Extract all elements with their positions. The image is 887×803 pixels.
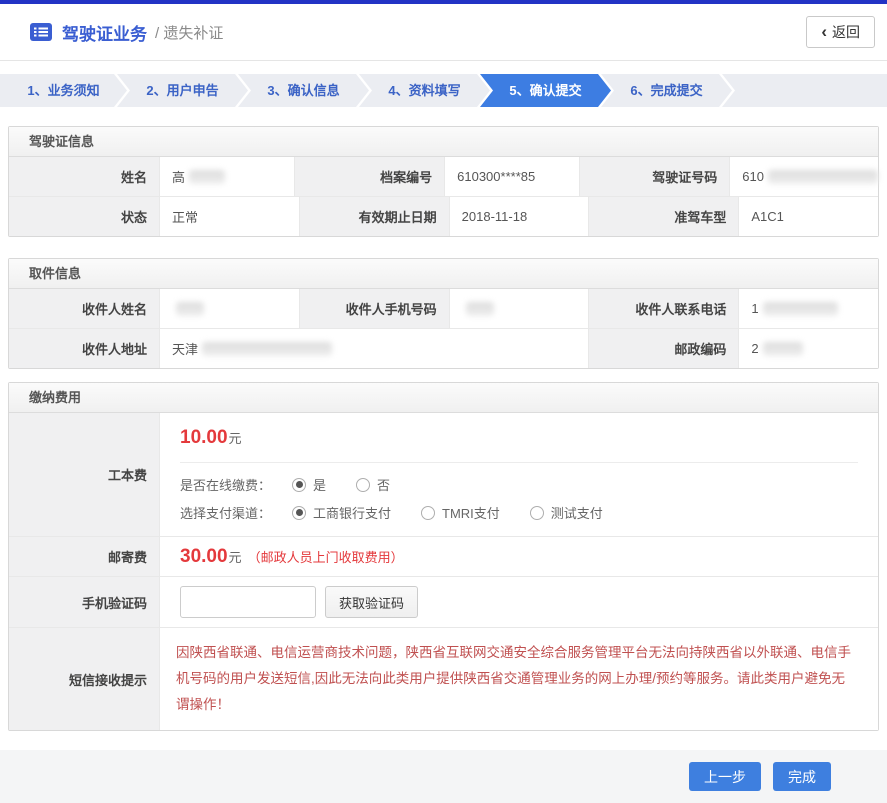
license-no-value: 610 [729,157,878,196]
sms-tip-label: 短信接收提示 [9,628,159,730]
postcode-label: 邮政编码 [588,329,738,368]
name-label: 姓名 [9,157,159,196]
get-captcha-button[interactable]: 获取验证码 [325,586,418,618]
redacted-blur [763,342,803,356]
payment-section: 缴纳费用 工本费 10.00元 是否在线缴费： 是 否 选择支付渠道： [8,382,879,731]
recipient-address-value: 天津 [159,329,588,368]
online-pay-question: 是否在线缴费： [180,475,282,494]
back-chevron-icon: ‹ [821,23,827,40]
pickup-info-section: 取件信息 收件人姓名 收件人手机号码 收件人联系电话 1 收件人地址 天津 邮政… [8,258,879,369]
redacted-blur [466,302,494,316]
recipient-name-label: 收件人姓名 [9,289,159,328]
step-tabs: 1、业务须知 2、用户申告 3、确认信息 4、资料填写 5、确认提交 6、完成提… [0,74,887,107]
table-row: 收件人姓名 收件人手机号码 收件人联系电话 1 [9,289,878,328]
tab-step-2[interactable]: 2、用户申告 [117,74,248,107]
recipient-address-label: 收件人地址 [9,329,159,368]
postage-cell: 30.00元 （邮政人员上门收取费用） [159,537,878,576]
redacted-blur [176,302,204,316]
sms-tip-cell: 因陕西省联通、电信运营商技术问题，陕西省互联网交通安全综合服务管理平台无法向持陕… [159,628,878,730]
file-no-label: 档案编号 [294,157,444,196]
expiry-value: 2018-11-18 [449,197,589,236]
work-fee-currency: 元 [229,431,242,446]
work-fee-amount-line: 10.00元 [180,427,858,449]
radio-online-no[interactable]: 否 [356,475,390,494]
recipient-name-value [159,289,299,328]
redacted-blur [768,170,878,184]
finish-button[interactable]: 完成 [773,762,831,791]
recipient-phone-value: 1 [738,289,878,328]
radio-channel-icbc-label: 工商银行支付 [313,503,391,522]
postage-label: 邮寄费 [9,537,159,576]
radio-online-no-label: 否 [377,475,390,494]
tab-step-6[interactable]: 6、完成提交 [601,74,732,107]
redacted-blur [763,302,838,316]
radio-unchecked-icon [530,506,544,520]
work-fee-cell: 10.00元 是否在线缴费： 是 否 选择支付渠道： 工商银行支付 [159,413,878,536]
file-no-value: 610300****85 [444,157,579,196]
radio-channel-tmri[interactable]: TMRI支付 [421,503,500,522]
tab-step-4[interactable]: 4、资料填写 [359,74,490,107]
postcode-value: 2 [738,329,878,368]
back-button-label: 返回 [832,22,860,42]
recipient-mobile-label: 收件人手机号码 [299,289,449,328]
radio-checked-icon [292,506,306,520]
vehicle-class-label: 准驾车型 [588,197,738,236]
tab-step-3[interactable]: 3、确认信息 [238,74,369,107]
radio-online-yes[interactable]: 是 [292,475,326,494]
document-list-icon [30,23,52,41]
pickup-info-title: 取件信息 [9,259,878,289]
page-header: 驾驶证业务 / 遗失补证 ‹ 返回 [0,4,887,61]
captcha-row: 手机验证码 获取验证码 [9,576,878,627]
radio-online-yes-label: 是 [313,475,326,494]
pay-channel-question: 选择支付渠道： [180,503,282,522]
pay-channel-line: 选择支付渠道： 工商银行支付 TMRI支付 测试支付 [180,503,858,522]
payment-title: 缴纳费用 [9,383,878,413]
captcha-cell: 获取验证码 [159,577,878,627]
breadcrumb-subtitle: / 遗失补证 [155,22,223,43]
back-button[interactable]: ‹ 返回 [806,16,875,48]
status-value: 正常 [159,197,299,236]
status-label: 状态 [9,197,159,236]
radio-channel-icbc[interactable]: 工商银行支付 [292,503,391,522]
redacted-blur [202,342,332,356]
redacted-blur [189,170,225,184]
postage-amount: 30.00 [180,546,228,568]
recipient-phone-label: 收件人联系电话 [588,289,738,328]
step-tabs-filler [722,74,887,107]
previous-step-button[interactable]: 上一步 [689,762,761,791]
captcha-input[interactable] [180,586,316,618]
radio-channel-test[interactable]: 测试支付 [530,503,603,522]
postage-note: （邮政人员上门收取费用） [248,547,404,566]
name-value: 高 [159,157,294,196]
vehicle-class-value: A1C1 [738,197,878,236]
recipient-mobile-value [449,289,589,328]
table-row: 姓名 高 档案编号 610300****85 驾驶证号码 610 [9,157,878,196]
table-row: 收件人地址 天津 邮政编码 2 [9,328,878,368]
license-info-title: 驾驶证信息 [9,127,878,157]
page-title: 驾驶证业务 [62,20,147,45]
postage-currency: 元 [229,547,242,566]
footer-bar: 上一步 完成 [0,750,887,803]
license-no-label: 驾驶证号码 [579,157,729,196]
radio-unchecked-icon [421,506,435,520]
online-pay-line: 是否在线缴费： 是 否 [180,475,858,494]
work-fee-label: 工本费 [9,413,159,536]
work-fee-amount: 10.00 [180,427,228,448]
radio-checked-icon [292,478,306,492]
tab-step-5-active[interactable]: 5、确认提交 [480,74,611,107]
divider [180,462,858,463]
radio-unchecked-icon [356,478,370,492]
radio-channel-test-label: 测试支付 [551,503,603,522]
work-fee-row: 工本费 10.00元 是否在线缴费： 是 否 选择支付渠道： [9,413,878,536]
tab-step-1[interactable]: 1、业务须知 [0,74,127,107]
table-row: 状态 正常 有效期止日期 2018-11-18 准驾车型 A1C1 [9,196,878,236]
sms-tip-text: 因陕西省联通、电信运营商技术问题，陕西省互联网交通安全综合服务管理平台无法向持陕… [176,640,854,718]
license-info-section: 驾驶证信息 姓名 高 档案编号 610300****85 驾驶证号码 610 状… [8,126,879,237]
sms-tip-row: 短信接收提示 因陕西省联通、电信运营商技术问题，陕西省互联网交通安全综合服务管理… [9,627,878,730]
captcha-label: 手机验证码 [9,577,159,627]
radio-channel-tmri-label: TMRI支付 [442,503,500,522]
postage-fee-row: 邮寄费 30.00元 （邮政人员上门收取费用） [9,536,878,576]
expiry-label: 有效期止日期 [299,197,449,236]
